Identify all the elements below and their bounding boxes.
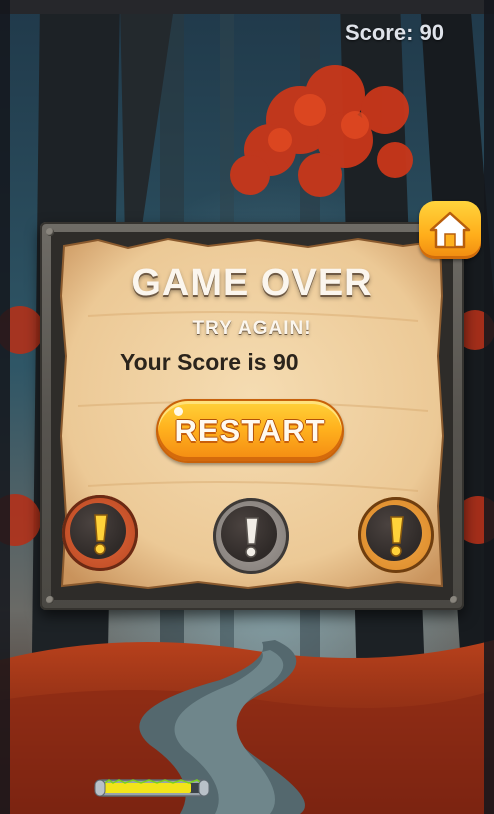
power-progress-bar	[94, 779, 210, 797]
exclamation-icon	[390, 516, 404, 557]
panel-rivet	[46, 228, 54, 236]
panel-rivet	[46, 596, 54, 604]
status-strip	[0, 0, 494, 14]
right-border	[484, 0, 494, 814]
gold-achievement-badge[interactable]	[358, 497, 434, 573]
left-border	[0, 0, 10, 814]
home-icon	[429, 211, 471, 249]
exclamation-icon	[94, 514, 108, 555]
exclamation-icon	[245, 517, 259, 558]
game-screen: Score: 90 GAME OVER TRY AGAIN! Your Scor…	[0, 0, 494, 814]
score-display: Score: 90	[344, 20, 444, 45]
restart-button[interactable]: RESTART	[156, 399, 344, 463]
silver-achievement-badge[interactable]	[213, 498, 289, 574]
restart-button-label: RESTART	[174, 413, 326, 448]
progress-fill	[101, 783, 191, 793]
game-over-title: GAME OVER	[131, 262, 373, 304]
final-score-text: Your Score is 90	[120, 349, 299, 375]
panel-rivet	[450, 596, 458, 604]
bronze-achievement-badge[interactable]	[62, 495, 138, 571]
try-again-subtitle: TRY AGAIN!	[192, 318, 312, 339]
home-button[interactable]	[419, 201, 481, 259]
